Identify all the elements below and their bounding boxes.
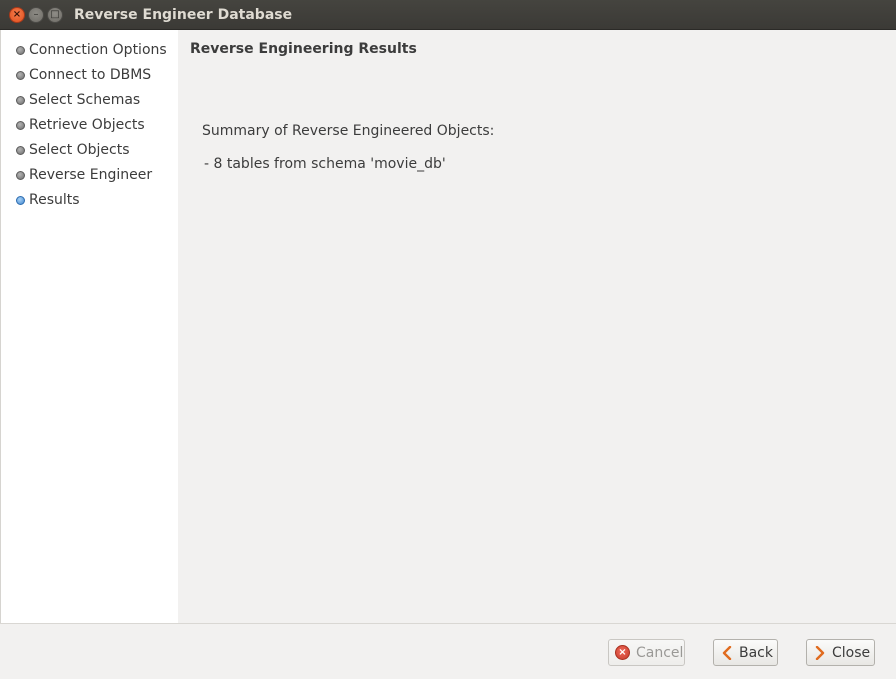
step-select-schemas: Select Schemas (16, 90, 140, 110)
step-bullet-icon (16, 170, 25, 180)
step-label: Select Objects (29, 142, 130, 158)
cancel-icon: × (615, 645, 630, 660)
window-close-button[interactable]: × (9, 7, 25, 23)
chevron-left-icon (720, 645, 733, 660)
results-panel: Reverse Engineering Results Summary of R… (178, 30, 896, 623)
step-label: Retrieve Objects (29, 117, 145, 133)
wizard-footer: × Cancel Back Close (0, 623, 896, 679)
minimize-icon: – (33, 9, 39, 20)
cancel-button[interactable]: × Cancel (608, 639, 685, 666)
chevron-right-icon (813, 645, 826, 660)
step-label: Connect to DBMS (29, 67, 152, 83)
step-reverse-engineer: Reverse Engineer (16, 165, 152, 185)
step-bullet-icon (16, 45, 25, 55)
wizard-steps-sidebar: Connection Options Connect to DBMS Selec… (0, 30, 178, 623)
maximize-icon: □ (50, 9, 60, 20)
window-maximize-button[interactable]: □ (47, 7, 63, 23)
step-active-bullet-icon (16, 195, 25, 205)
step-bullet-icon (16, 145, 25, 155)
window-title: Reverse Engineer Database (74, 7, 293, 23)
step-bullet-icon (16, 70, 25, 80)
close-button-label: Close (832, 644, 871, 661)
back-button-label: Back (739, 644, 773, 661)
summary-detail-line: - 8 tables from schema 'movie_db' (204, 156, 446, 172)
step-retrieve-objects: Retrieve Objects (16, 115, 145, 135)
step-select-objects: Select Objects (16, 140, 130, 160)
step-label: Reverse Engineer (29, 167, 153, 183)
reverse-engineer-window: × – □ Reverse Engineer Database Connecti… (0, 0, 896, 679)
step-bullet-icon (16, 120, 25, 130)
summary-label: Summary of Reverse Engineered Objects: (202, 123, 495, 139)
step-bullet-icon (16, 95, 25, 105)
step-results: Results (16, 190, 80, 210)
close-button[interactable]: Close (806, 639, 875, 666)
window-minimize-button[interactable]: – (28, 7, 44, 23)
back-button[interactable]: Back (713, 639, 778, 666)
step-connection-options: Connection Options (16, 40, 167, 60)
step-connect-to-dbms: Connect to DBMS (16, 65, 151, 85)
title-bar[interactable]: × – □ Reverse Engineer Database (0, 0, 896, 30)
step-label: Results (29, 192, 80, 208)
step-label: Connection Options (29, 42, 167, 58)
close-icon: × (12, 9, 22, 20)
step-label: Select Schemas (29, 92, 141, 108)
page-title: Reverse Engineering Results (190, 41, 417, 57)
cancel-button-label: Cancel (636, 644, 684, 661)
